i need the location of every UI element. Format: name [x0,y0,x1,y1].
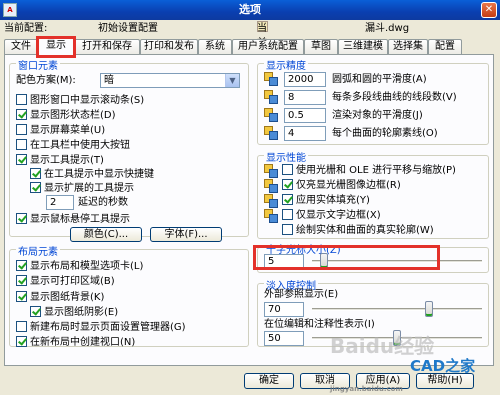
tab-user-preferences[interactable]: 用户系统配置 [232,39,304,54]
text-boundary-checkbox[interactable]: 仅显示文字边框(X) [282,209,381,222]
checkbox-box [282,209,293,220]
colors-button[interactable]: 颜色(C)... [70,227,142,242]
checkbox-box [16,213,27,224]
paper-background-checkbox[interactable]: 显示图纸背景(K) [16,291,104,304]
xref-fade-slider-thumb[interactable] [425,301,434,317]
delay-seconds-label: 延迟的秒数 [78,197,128,208]
arc-smoothness-input[interactable]: 2000 [284,72,326,87]
highlight-display-tab [36,36,76,58]
cad-home-watermark: CAD之家 [410,357,476,375]
checkbox-box [16,291,27,302]
tab-system[interactable]: 系统 [198,39,232,54]
true-silhouettes-checkbox[interactable]: 绘制实体和曲面的真实轮廓(W) [282,224,434,237]
checkbox-box [282,194,293,205]
checkbox-box [16,260,27,271]
current-profile-value: 初始设置配置 [98,23,158,34]
color-scheme-select[interactable]: 暗 ▼ [100,73,240,88]
checkbox-box [16,124,27,135]
checkbox-box [30,182,41,193]
color-scheme-value: 暗 [104,75,114,86]
display-performance-group: 显示性能 使用光栅和 OLE 进行平移与缩放(P) 仅亮显光栅图像边框(R) 应… [257,149,489,239]
tab-open-save[interactable]: 打开和保存 [74,39,140,54]
resolution-icon [264,126,278,140]
checkbox-box [16,109,27,120]
checkbox-box [16,139,27,150]
tab-selection[interactable]: 选择集 [388,39,428,54]
show-tooltips-checkbox[interactable]: 显示工具提示(T) [16,154,104,167]
polyline-segments-input[interactable]: 8 [284,90,326,105]
performance-icon [264,209,278,223]
checkbox-box [16,154,27,165]
highlight-crosshair-size [253,245,440,270]
arc-smoothness-label: 圆弧和圆的平滑度(A) [332,74,427,85]
tab-plot-publish[interactable]: 打印和发布 [140,39,198,54]
rollover-tooltips-checkbox[interactable]: 显示鼠标悬停工具提示 [16,213,130,226]
current-drawing-value: 漏斗.dwg [365,23,410,34]
raster-frame-only-checkbox[interactable]: 仅亮显光栅图像边框(R) [282,179,401,192]
close-button[interactable]: ✕ [481,2,497,18]
checkbox-box [282,179,293,190]
display-resolution-group: 显示精度 2000 圆弧和圆的平滑度(A) 8 每条多段线曲线的线段数(V) 0… [257,57,489,145]
checkbox-box [30,306,41,317]
page-setup-manager-checkbox[interactable]: 新建布局时显示页面设置管理器(G) [16,321,186,334]
tab-3d-modeling[interactable]: 三维建模 [338,39,388,54]
inplace-fade-input[interactable]: 50 [264,331,304,346]
xref-display-label: 外部参照显示(E) [264,289,339,300]
scrollbars-checkbox[interactable]: 图形窗口中显示滚动条(S) [16,94,144,107]
drawing-status-bar-checkbox[interactable]: 显示图形状态栏(D) [16,109,116,122]
tooltip-shortcut-checkbox[interactable]: 在工具提示中显示快捷键 [30,168,154,181]
render-smoothness-input[interactable]: 0.5 [284,108,326,123]
printable-area-checkbox[interactable]: 显示可打印区域(B) [16,275,115,288]
checkbox-box [16,321,27,332]
tab-files[interactable]: 文件 [4,39,38,54]
group-title: 显示精度 [264,57,308,72]
checkbox-box [282,164,293,175]
large-buttons-checkbox[interactable]: 在工具栏中使用大按钮 [16,139,130,152]
checkbox-box [16,94,27,105]
performance-icon [264,164,278,178]
tab-profiles[interactable]: 配置 [428,39,462,54]
group-title: 窗口元素 [16,57,60,72]
checkbox-box [16,336,27,347]
title-bar: A 选项 ✕ [0,0,500,20]
xref-fade-input[interactable]: 70 [264,302,304,317]
layout-elements-group: 布局元素 显示布局和模型选项卡(L) 显示可打印区域(B) 显示图纸背景(K) … [9,243,249,349]
screen-menu-checkbox[interactable]: 显示屏幕菜单(U) [16,124,105,137]
resolution-icon [264,108,278,122]
performance-icon [264,179,278,193]
contour-lines-label: 每个曲面的轮廓素线(O) [332,128,438,139]
raster-ole-pan-zoom-checkbox[interactable]: 使用光栅和 OLE 进行平移与缩放(P) [282,164,456,177]
paper-shadow-checkbox[interactable]: 显示图纸阴影(E) [30,306,118,319]
color-scheme-label: 配色方案(M): [16,75,76,86]
create-viewport-checkbox[interactable]: 在新布局中创建视口(N) [16,336,135,349]
autocad-app-icon: A [3,3,17,17]
checkbox-box [16,275,27,286]
current-profile-label: 当前配置: [4,23,48,34]
layout-model-tabs-checkbox[interactable]: 显示布局和模型选项卡(L) [16,260,143,273]
window-elements-group: 窗口元素 配色方案(M): 暗 ▼ 图形窗口中显示滚动条(S) 显示图形状态栏(… [9,57,249,242]
resolution-icon [264,90,278,104]
window-title: 选项 [239,3,261,16]
performance-icon [264,194,278,208]
solid-fill-checkbox[interactable]: 应用实体填充(Y) [282,194,370,207]
xref-fade-slider-track[interactable] [312,308,482,311]
delay-seconds-input[interactable]: 2 [46,195,74,210]
contour-lines-input[interactable]: 4 [284,126,326,141]
group-title: 布局元素 [16,243,60,258]
group-title: 显示性能 [264,149,308,164]
checkbox-box [30,168,41,179]
render-smoothness-label: 渲染对象的平滑度(J) [332,110,423,121]
site-watermark: jingyan.baidu.com [330,385,403,393]
profile-info-bar: 当前配置: 初始设置配置 当前图形: 漏斗.dwg [4,21,410,79]
polyline-segments-label: 每条多段线曲线的线段数(V) [332,92,457,103]
fonts-button[interactable]: 字体(F)... [150,227,222,242]
display-tab-panel: 窗口元素 配色方案(M): 暗 ▼ 图形窗口中显示滚动条(S) 显示图形状态栏(… [4,54,494,366]
chevron-down-icon: ▼ [225,74,239,87]
extended-tooltips-checkbox[interactable]: 显示扩展的工具提示 [30,182,134,195]
tab-drafting[interactable]: 草图 [304,39,338,54]
checkbox-box [282,224,293,235]
resolution-icon [264,72,278,86]
ok-button[interactable]: 确定 [244,373,294,389]
